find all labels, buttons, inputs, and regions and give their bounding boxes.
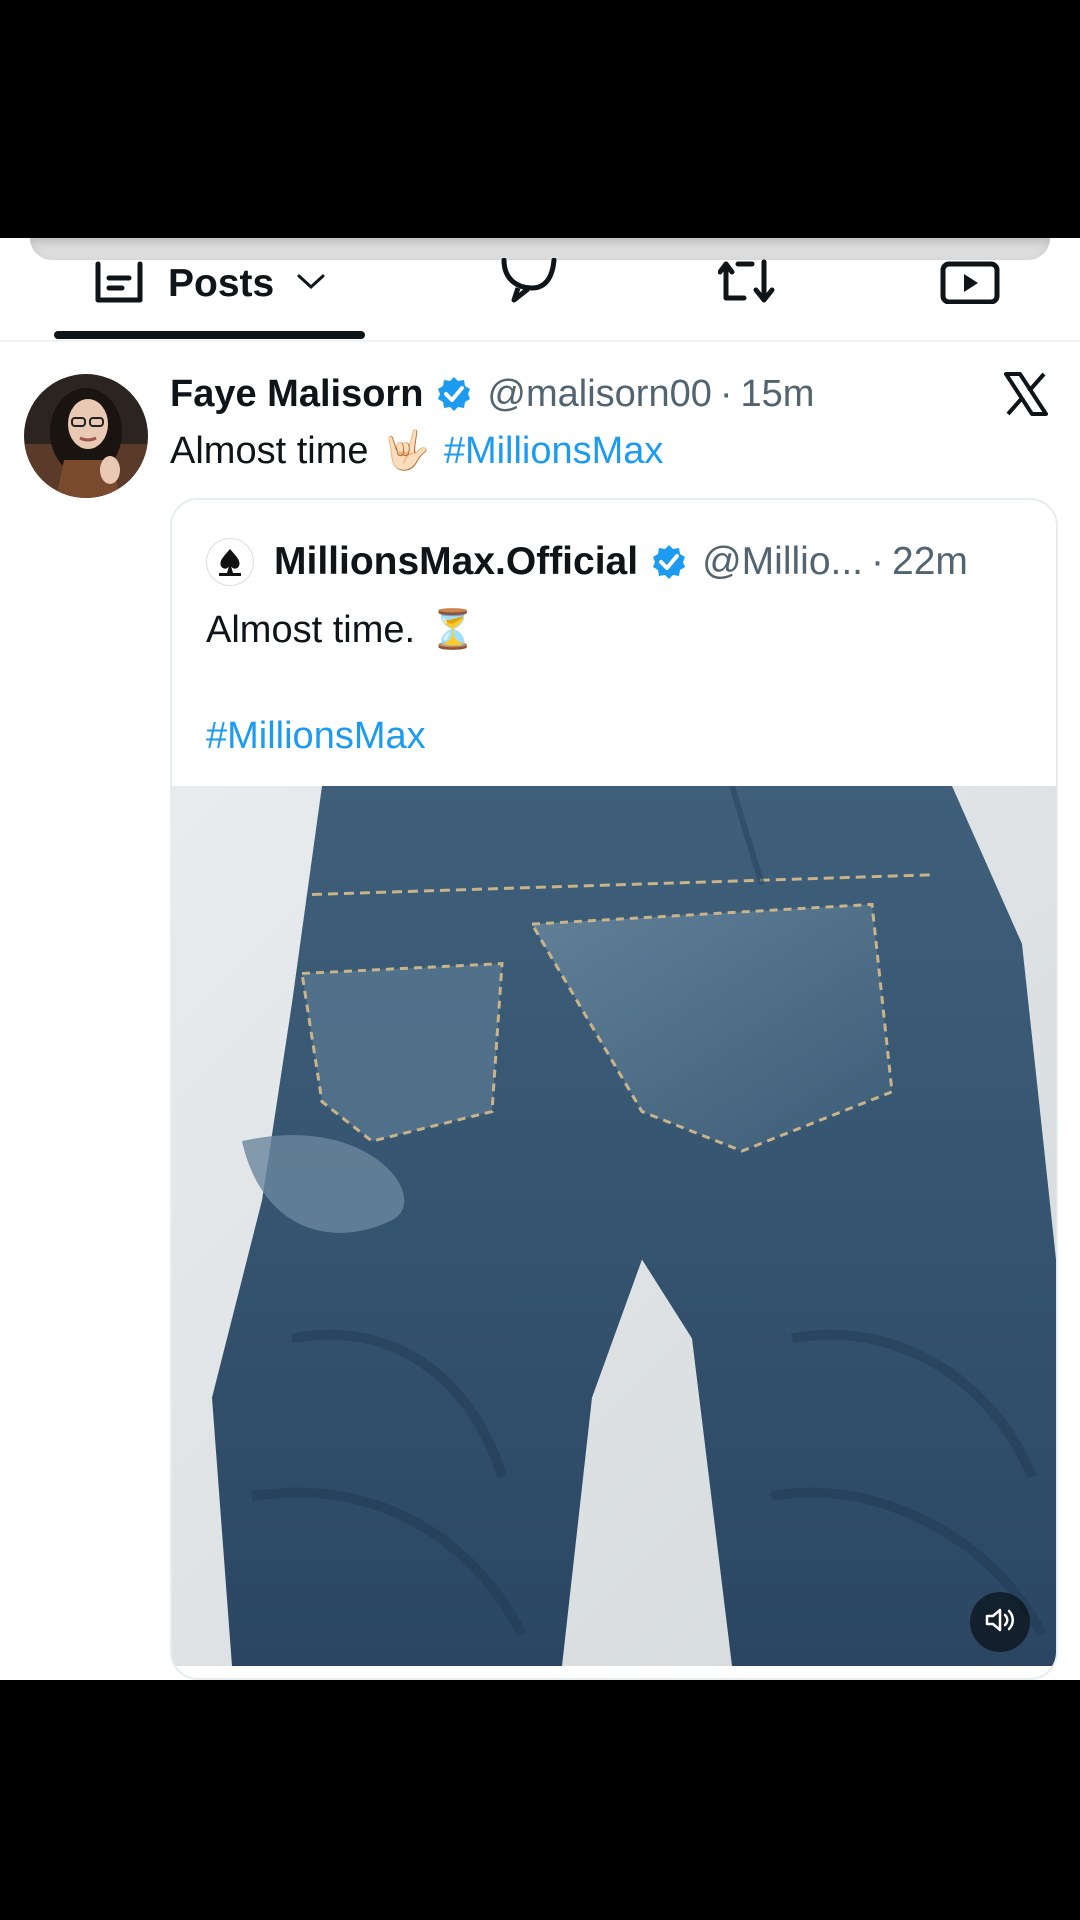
quoted-hashtag[interactable]: #MillionsMax [206, 715, 426, 758]
volume-button[interactable] [970, 1592, 1030, 1652]
tab-posts[interactable]: Posts [92, 256, 326, 312]
posts-icon [92, 260, 146, 309]
post-header: Faye Malisorn @malisorn00 · 15m [170, 366, 814, 422]
chevron-down-icon[interactable] [296, 272, 326, 297]
screen: Posts Faye Malisorn @malisorn00 · 15m Al… [0, 238, 1080, 1680]
tab-posts-label: Posts [168, 262, 275, 305]
quoted-post-hashtag-line: #MillionsMax [206, 708, 426, 764]
video-thumbnail-jeans [172, 786, 1056, 1666]
media-icon [940, 260, 1000, 309]
author-name[interactable]: Faye Malisorn [170, 373, 423, 416]
quoted-author-name[interactable]: MillionsMax.Official [274, 540, 638, 584]
post-time[interactable]: 15m [741, 373, 815, 416]
quoted-post-time[interactable]: 22m [892, 540, 968, 584]
reposts-icon [717, 258, 784, 311]
post[interactable]: Faye Malisorn @malisorn00 · 15m Almost t… [0, 344, 1080, 1680]
profile-tab-bar: Posts [0, 238, 1080, 342]
author-handle[interactable]: @malisorn00 [487, 373, 711, 416]
x-logo-icon [1002, 370, 1050, 418]
quoted-text-content: Almost time. [206, 608, 416, 651]
tab-reposts[interactable] [717, 256, 784, 312]
separator-dot: · [719, 372, 733, 415]
post-text-content: Almost time [170, 429, 369, 472]
post-hashtag[interactable]: #MillionsMax [444, 430, 664, 473]
verified-badge-icon [435, 375, 473, 413]
post-text: Almost time 🤟🏻 #MillionsMax [170, 424, 663, 478]
replies-icon [498, 257, 560, 311]
quoted-author-avatar[interactable] [206, 538, 254, 586]
tab-replies[interactable] [498, 256, 560, 312]
author-avatar[interactable] [24, 374, 148, 498]
separator-dot: · [871, 540, 885, 583]
tab-media[interactable] [940, 256, 1000, 312]
quoted-post-text: Almost time. ⏳ [206, 602, 476, 658]
volume-icon [984, 1606, 1016, 1639]
quoted-post-header: MillionsMax.Official @Millio... · 22m [206, 534, 968, 590]
hourglass-emoji: ⏳ [429, 609, 477, 651]
verified-badge-icon [650, 543, 688, 581]
quoted-post[interactable]: MillionsMax.Official @Millio... · 22m Al… [170, 498, 1058, 1680]
quoted-author-handle[interactable]: @Millio... [702, 540, 863, 584]
tab-active-indicator [54, 331, 365, 339]
quoted-post-video[interactable] [172, 786, 1056, 1678]
post-emoji: 🤟🏻 [382, 430, 430, 472]
